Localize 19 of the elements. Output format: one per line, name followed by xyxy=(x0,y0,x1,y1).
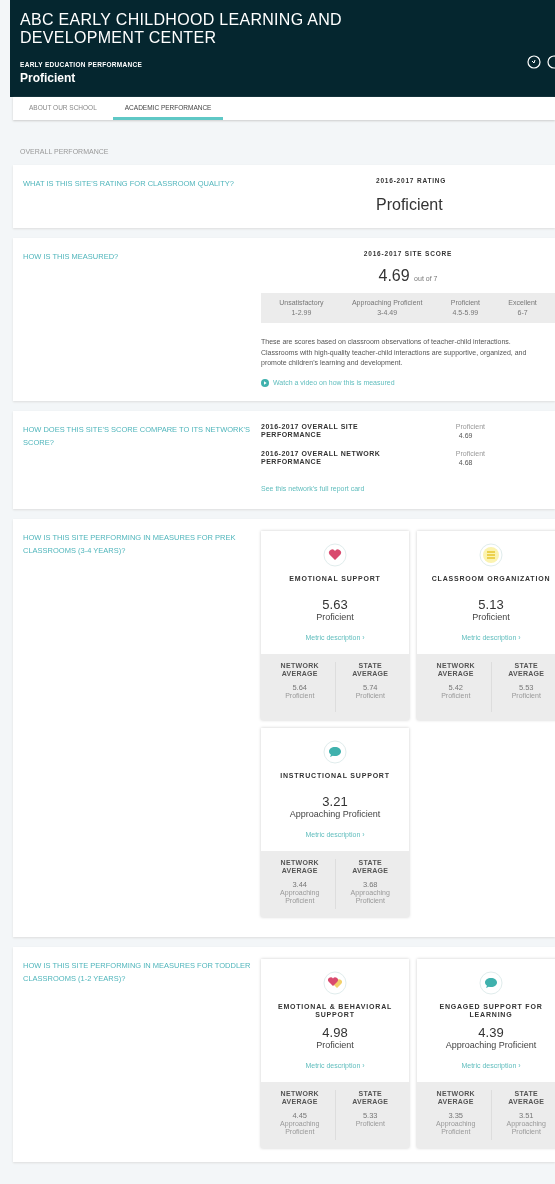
metric-score: 3.21 xyxy=(321,793,349,809)
metric-score: 4.39 xyxy=(477,1024,505,1040)
site-score: 4.69 xyxy=(378,267,410,284)
metric-score: 5.13 xyxy=(477,596,505,612)
metric-rating: Proficient xyxy=(471,611,511,622)
hearts-icon xyxy=(323,970,347,995)
metric-rating: Approaching Proficient xyxy=(444,1039,538,1050)
header-rating: Proficient xyxy=(20,71,77,85)
school-title: ABC EARLY CHILDHOOD LEARNING AND DEVELOPMENT CENTER xyxy=(20,11,343,47)
rating-value: Proficient xyxy=(376,196,444,214)
metric-score: 4.98 xyxy=(321,1024,349,1040)
metric-rating: Approaching Proficient xyxy=(288,808,382,819)
metric-rating: Proficient xyxy=(315,611,355,622)
metric-score: 5.63 xyxy=(321,596,349,612)
list-icon xyxy=(479,542,503,567)
play-icon xyxy=(261,378,269,387)
chat-bubble-icon xyxy=(479,970,503,995)
chat-bubble-icon xyxy=(323,739,347,764)
metric-rating: Proficient xyxy=(315,1039,355,1050)
